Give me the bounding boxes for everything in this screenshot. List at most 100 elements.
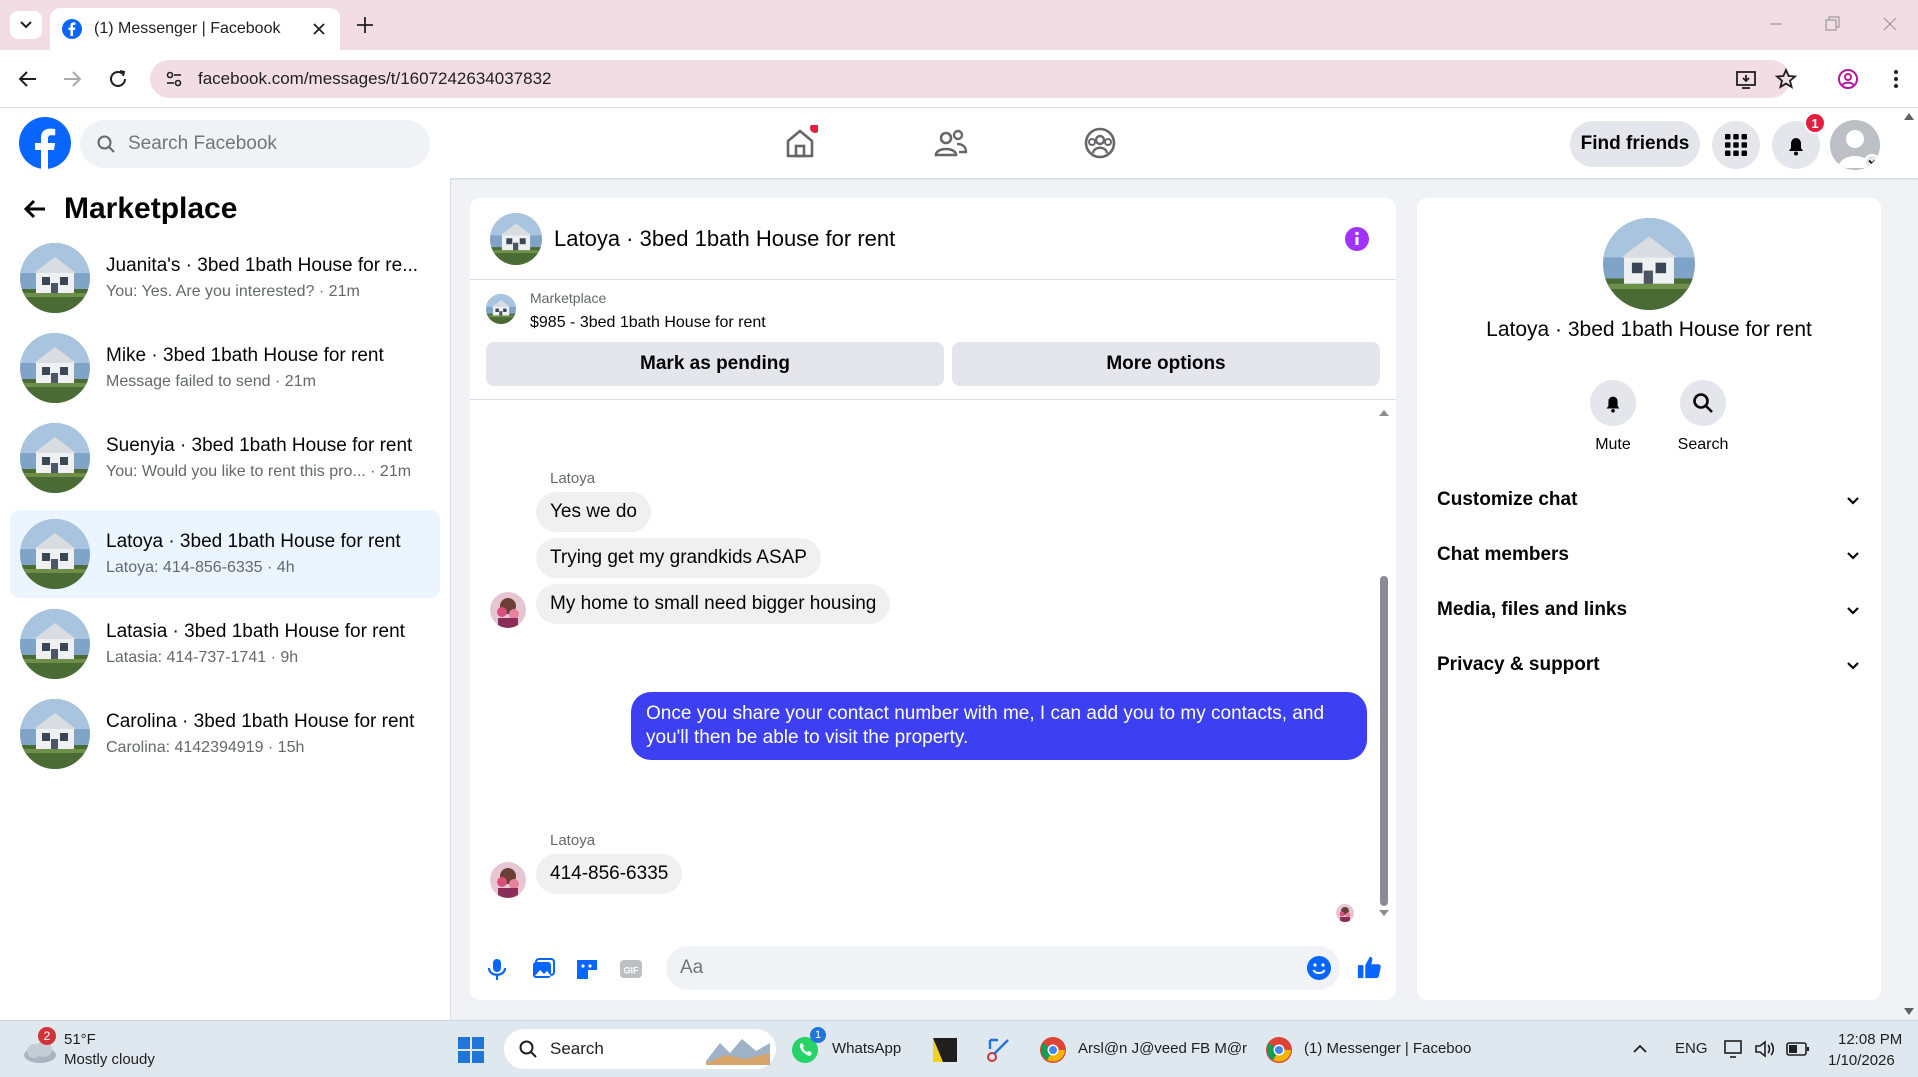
chat-header[interactable]: Latoya · 3bed 1bath House for rent	[470, 198, 1396, 280]
groups-icon[interactable]	[1082, 125, 1118, 161]
friends-icon[interactable]	[933, 125, 969, 161]
chrome-window-label[interactable]: (1) Messenger | Faceboo	[1304, 1040, 1471, 1057]
info-icon[interactable]	[1344, 226, 1370, 252]
incoming-message[interactable]: Trying get my grandkids ASAP	[536, 538, 821, 578]
tab-search-button[interactable]	[10, 11, 42, 39]
conversation-item[interactable]: Mike · 3bed 1bath House for rent Message …	[10, 324, 440, 412]
customize-chat-section[interactable]: Customize chat	[1437, 480, 1861, 520]
language-indicator[interactable]: ENG	[1675, 1040, 1708, 1057]
account-avatar[interactable]	[1830, 120, 1880, 170]
emoji-icon[interactable]	[1306, 955, 1332, 981]
message-input-box[interactable]	[666, 946, 1340, 990]
listing-thumbnail	[20, 243, 90, 313]
incoming-message[interactable]: Yes we do	[536, 492, 651, 532]
search-action[interactable]: Search	[1668, 380, 1738, 454]
listing-thumbnail	[20, 699, 90, 769]
close-tab-icon[interactable]	[310, 20, 328, 38]
thumbs-up-icon[interactable]	[1356, 954, 1382, 980]
microphone-icon[interactable]	[484, 956, 510, 982]
chat-avatar	[490, 212, 542, 265]
search-highlight-image	[706, 1039, 770, 1065]
sticker-icon[interactable]	[574, 956, 600, 982]
profile-icon[interactable]	[1836, 67, 1860, 91]
address-bar[interactable]: facebook.com/messages/t/1607242634037832	[150, 60, 1790, 98]
weather-description[interactable]: Mostly cloudy	[64, 1051, 155, 1068]
media-files-links-section[interactable]: Media, files and links	[1437, 590, 1861, 630]
sticky-notes-icon[interactable]	[930, 1035, 960, 1065]
sender-avatar[interactable]	[490, 592, 526, 628]
network-icon[interactable]	[1724, 1039, 1746, 1059]
snipping-tool-icon[interactable]	[984, 1035, 1014, 1065]
new-tab-icon[interactable]	[354, 14, 376, 36]
forward-arrow-icon[interactable]	[60, 67, 84, 91]
back-arrow-icon[interactable]	[16, 67, 40, 91]
facebook-header: Find friends 1	[0, 108, 1918, 178]
sender-avatar[interactable]	[490, 862, 526, 898]
whatsapp-label[interactable]: WhatsApp	[832, 1040, 901, 1057]
volume-icon[interactable]	[1754, 1039, 1776, 1059]
chrome-window-label[interactable]: Arsl@n J@veed FB M@r	[1078, 1040, 1247, 1057]
facebook-logo-icon[interactable]	[19, 117, 71, 169]
find-friends-button[interactable]: Find friends	[1570, 121, 1700, 167]
taskbar-search-label: Search	[550, 1039, 604, 1058]
minimize-icon[interactable]	[1766, 14, 1786, 34]
facebook-search-box[interactable]	[80, 120, 430, 168]
close-window-icon[interactable]	[1880, 14, 1900, 34]
battery-icon[interactable]	[1786, 1041, 1810, 1057]
message-composer: GIF	[470, 938, 1396, 1000]
browser-tab[interactable]: (1) Messenger | Facebook	[50, 8, 340, 50]
gif-icon[interactable]: GIF	[618, 956, 644, 982]
listing-thumbnail	[20, 333, 90, 403]
conversation-item[interactable]: Latasia · 3bed 1bath House for rent Latas…	[10, 600, 440, 688]
conversation-item-active[interactable]: Latoya · 3bed 1bath House for rent Latoya…	[10, 510, 440, 598]
facebook-search-input[interactable]	[128, 133, 388, 155]
chevron-down-icon	[20, 21, 32, 29]
chrome-profile-icon[interactable]	[1264, 1035, 1294, 1065]
conversation-item[interactable]: Juanita's · 3bed 1bath House for re... Yo…	[10, 234, 440, 322]
mark-as-pending-button[interactable]: Mark as pending	[486, 342, 944, 386]
conversation-name: Mike · 3bed 1bath House for rent	[106, 345, 384, 366]
chat-members-section[interactable]: Chat members	[1437, 535, 1861, 575]
browser-menu-icon[interactable]	[1884, 67, 1908, 91]
listing-price[interactable]: $985 - 3bed 1bath House for rent	[530, 314, 766, 332]
chevron-down-icon	[1868, 159, 1876, 165]
chevron-down-icon	[1847, 662, 1859, 670]
conversation-name: Latoya · 3bed 1bath House for rent	[106, 531, 401, 552]
chat-panel: Latoya · 3bed 1bath House for rent Marke…	[470, 198, 1396, 1000]
back-arrow-icon[interactable]	[22, 196, 48, 222]
more-options-button[interactable]: More options	[952, 342, 1380, 386]
privacy-support-section[interactable]: Privacy & support	[1437, 645, 1861, 685]
clock-date[interactable]: 1/10/2026	[1828, 1052, 1895, 1069]
menu-grid-button[interactable]	[1712, 121, 1760, 169]
reload-icon[interactable]	[106, 67, 130, 91]
restore-icon[interactable]	[1822, 14, 1842, 34]
chevron-up-icon[interactable]	[1632, 1043, 1648, 1055]
weather-temperature[interactable]: 51°F	[64, 1031, 96, 1048]
outgoing-message[interactable]: Once you share your contact number with …	[631, 692, 1367, 760]
bookmark-star-icon[interactable]	[1774, 67, 1798, 91]
mute-action[interactable]: Mute	[1578, 380, 1648, 454]
photo-icon[interactable]	[530, 956, 556, 982]
windows-start-icon[interactable]	[456, 1035, 486, 1065]
site-info-icon[interactable]	[164, 69, 184, 89]
chrome-profile-icon[interactable]	[1038, 1035, 1068, 1065]
conversation-item[interactable]: Carolina · 3bed 1bath House for rent Caro…	[10, 690, 440, 778]
conversation-name: Juanita's · 3bed 1bath House for re...	[106, 255, 419, 276]
section-label: Privacy & support	[1437, 654, 1600, 675]
clock-time[interactable]: 12:08 PM	[1838, 1031, 1902, 1048]
incoming-message[interactable]: My home to small need bigger housing	[536, 584, 891, 624]
taskbar-search[interactable]: Search	[504, 1029, 776, 1069]
conversation-item[interactable]: Suenyia · 3bed 1bath House for rent You: …	[10, 414, 440, 502]
install-app-icon[interactable]	[1734, 67, 1758, 91]
chat-scrollbar[interactable]	[1378, 406, 1390, 920]
chat-title: Latoya · 3bed 1bath House for rent	[554, 225, 896, 251]
account-chevron[interactable]	[1864, 154, 1880, 170]
incoming-message[interactable]: 414-856-6335	[536, 854, 683, 894]
grid-menu-icon	[1725, 134, 1747, 156]
sender-name: Latoya	[550, 832, 596, 849]
page-scrollbar[interactable]	[1900, 108, 1918, 1020]
message-input[interactable]	[680, 957, 1280, 979]
facebook-favicon-icon	[62, 19, 82, 39]
page-scrollbar-arrows	[1904, 113, 1914, 1015]
home-icon[interactable]	[782, 125, 818, 161]
